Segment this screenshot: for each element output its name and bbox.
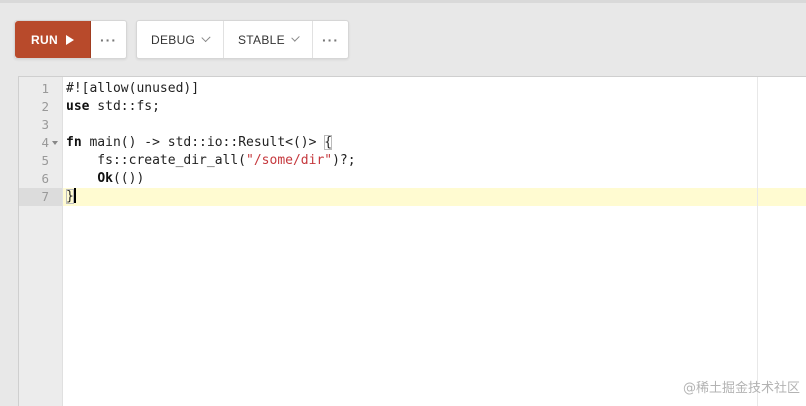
build-options-group: DEBUG STABLE ··· xyxy=(136,20,349,59)
code-text: (()) xyxy=(112,171,145,186)
keyword: use xyxy=(66,99,90,114)
code-text: )?; xyxy=(332,153,356,168)
keyword: Ok xyxy=(97,171,113,186)
toolbar: RUN ··· DEBUG STABLE ··· xyxy=(14,20,349,59)
code-line-4: fn main() -> std::io::Result<()> { xyxy=(66,134,756,152)
line-number: 2 xyxy=(41,99,49,114)
options-more-button[interactable]: ··· xyxy=(313,21,348,58)
run-more-button[interactable]: ··· xyxy=(91,21,126,58)
debug-mode-dropdown[interactable]: DEBUG xyxy=(137,21,224,58)
fold-toggle-icon[interactable] xyxy=(52,141,58,145)
line-gutter: 1 2 3 4 5 6 7 xyxy=(19,77,63,406)
line-number: 6 xyxy=(41,171,49,186)
line-number: 7 xyxy=(41,189,49,204)
code-line-2: use std::fs; xyxy=(66,98,756,116)
chevron-down-icon xyxy=(201,32,211,43)
line-number: 3 xyxy=(41,117,49,132)
matched-brace: } xyxy=(66,189,74,204)
string-literal: "/some/dir" xyxy=(246,153,333,168)
line-number: 5 xyxy=(41,153,49,168)
code-line-6: Ok(()) xyxy=(66,170,756,188)
matched-brace: { xyxy=(324,135,333,150)
code-line-5: fs::create_dir_all("/some/dir")?; xyxy=(66,152,756,170)
print-margin xyxy=(757,77,758,406)
run-group: RUN ··· xyxy=(14,20,127,59)
code-text: std::fs; xyxy=(89,99,160,114)
line-number: 1 xyxy=(41,81,49,96)
watermark: @稀土掘金技术社区 xyxy=(682,381,800,396)
code-text: #![allow(unused)] xyxy=(66,81,200,96)
code-text: main() -> std::io::Result<()> xyxy=(81,135,325,150)
top-border xyxy=(0,0,806,3)
code-editor[interactable]: 1 2 3 4 5 6 7 #![allow(unused)] use std:… xyxy=(18,76,806,406)
play-icon xyxy=(65,34,74,45)
stable-label: STABLE xyxy=(238,32,285,47)
more-icon: ··· xyxy=(100,31,117,48)
more-icon: ··· xyxy=(322,31,339,48)
run-button[interactable]: RUN xyxy=(15,21,91,58)
channel-dropdown[interactable]: STABLE xyxy=(224,21,313,58)
code-line-7: } xyxy=(66,188,756,206)
chevron-down-icon xyxy=(291,33,300,42)
code-line-1: #![allow(unused)] xyxy=(66,80,756,98)
line-number: 4 xyxy=(41,135,49,150)
run-label: RUN xyxy=(31,32,58,47)
debug-label: DEBUG xyxy=(151,32,196,47)
text-cursor xyxy=(73,188,76,203)
code-text: fs::create_dir_all( xyxy=(66,153,247,168)
keyword: fn xyxy=(66,135,82,150)
